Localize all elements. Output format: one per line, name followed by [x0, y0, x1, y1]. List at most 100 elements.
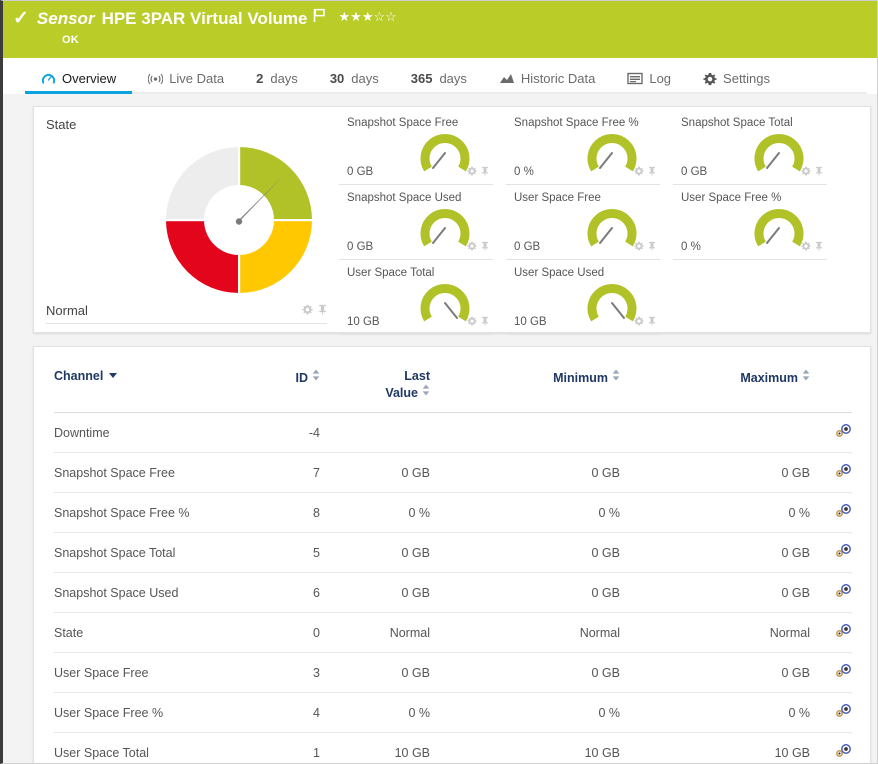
- gear-icon[interactable]: [801, 165, 811, 179]
- gauge-value: 10 GB: [347, 316, 380, 328]
- gauge-actions: [634, 240, 656, 254]
- tab-30-days[interactable]: 30 days: [314, 71, 395, 94]
- pin-icon[interactable]: [648, 240, 656, 254]
- gears-icon[interactable]: [835, 707, 852, 721]
- table-row[interactable]: Snapshot Space Free 7 0 GB 0 GB 0 GB: [54, 453, 852, 493]
- cell-channel: User Space Free %: [54, 693, 254, 733]
- cell-id: 7: [254, 453, 320, 493]
- pin-icon[interactable]: [481, 165, 489, 179]
- cell-actions: [810, 453, 852, 493]
- star-2[interactable]: ★: [350, 9, 362, 24]
- gauge-cell-snapshot-space-free-pct: Snapshot Space Free % 0 %: [506, 115, 660, 185]
- gauge-cell-snapshot-space-total: Snapshot Space Total 0 GB: [673, 115, 827, 185]
- column-header-label-line2: Value: [385, 386, 418, 400]
- cell-actions: [810, 693, 852, 733]
- tab-2-days[interactable]: 2 days: [240, 71, 314, 94]
- table-row[interactable]: State 0 Normal Normal Normal: [54, 613, 852, 653]
- gauge-cell-user-space-used: User Space Used 10 GB: [506, 265, 660, 335]
- gauge-value: 0 GB: [681, 166, 707, 178]
- table-row[interactable]: Snapshot Space Used 6 0 GB 0 GB 0 GB: [54, 573, 852, 613]
- column-header-channel[interactable]: Channel: [54, 347, 254, 413]
- table-row[interactable]: User Space Free % 4 0 % 0 % 0 %: [54, 693, 852, 733]
- tab-label: Log: [649, 71, 671, 86]
- pin-icon[interactable]: [815, 240, 823, 254]
- tab-settings[interactable]: Settings: [687, 71, 786, 94]
- cell-id: -4: [254, 413, 320, 453]
- gear-icon[interactable]: [467, 315, 477, 329]
- gears-icon[interactable]: [835, 667, 852, 681]
- column-header-last-value[interactable]: Last Value: [320, 347, 430, 413]
- tab-days-unit: days: [439, 71, 466, 86]
- live-data-icon: [148, 72, 163, 86]
- pin-icon[interactable]: [815, 165, 823, 179]
- gears-icon[interactable]: [835, 547, 852, 561]
- page-title: HPE 3PAR Virtual Volume: [102, 9, 308, 29]
- tab-days-unit: days: [351, 71, 378, 86]
- gears-icon[interactable]: [835, 507, 852, 521]
- pin-icon[interactable]: [481, 240, 489, 254]
- table-row[interactable]: User Space Total 1 10 GB 10 GB 10 GB: [54, 733, 852, 764]
- gear-icon[interactable]: [801, 240, 811, 254]
- table-row[interactable]: Snapshot Space Free % 8 0 % 0 % 0 %: [54, 493, 852, 533]
- tab-historic-data[interactable]: Historic Data: [483, 71, 611, 94]
- flag-icon[interactable]: [313, 8, 326, 26]
- gears-icon[interactable]: [835, 467, 852, 481]
- cell-id: 4: [254, 693, 320, 733]
- table-row[interactable]: User Space Free 3 0 GB 0 GB 0 GB: [54, 653, 852, 693]
- gears-icon[interactable]: [835, 587, 852, 601]
- table-row[interactable]: Downtime -4: [54, 413, 852, 453]
- tab-days-count: 30: [330, 71, 344, 86]
- column-header-id[interactable]: ID: [254, 347, 320, 413]
- state-panel-title: State: [46, 117, 327, 132]
- tab-live-data[interactable]: Live Data: [132, 71, 240, 94]
- star-3[interactable]: ★: [362, 9, 374, 24]
- gears-icon[interactable]: [835, 747, 852, 761]
- rating-stars[interactable]: ★★★☆☆: [339, 9, 397, 25]
- cell-actions: [810, 573, 852, 613]
- tab-days-count: 365: [411, 71, 433, 86]
- cell-actions: [810, 613, 852, 653]
- gauge-cell-user-space-free-pct: User Space Free % 0 %: [673, 190, 827, 260]
- table-row[interactable]: Snapshot Space Total 5 0 GB 0 GB 0 GB: [54, 533, 852, 573]
- pin-icon[interactable]: [648, 165, 656, 179]
- gear-icon[interactable]: [467, 165, 477, 179]
- star-4[interactable]: ☆: [373, 9, 385, 24]
- gear-icon[interactable]: [634, 315, 644, 329]
- pin-icon[interactable]: [648, 315, 656, 329]
- column-header-maximum[interactable]: Maximum: [620, 347, 810, 413]
- cell-last-value: [320, 413, 430, 453]
- gear-icon[interactable]: [467, 240, 477, 254]
- gauges-card: State: [33, 106, 871, 333]
- gear-icon[interactable]: [634, 165, 644, 179]
- column-header-minimum[interactable]: Minimum: [430, 347, 620, 413]
- tab-label: Live Data: [169, 71, 224, 86]
- pin-icon[interactable]: [318, 304, 327, 318]
- pin-icon[interactable]: [481, 315, 489, 329]
- tab-log[interactable]: Log: [611, 71, 687, 94]
- cell-maximum: 0 GB: [620, 573, 810, 613]
- gear-icon[interactable]: [634, 240, 644, 254]
- mini-gauge: [753, 127, 805, 178]
- gauge-cell-user-space-total: User Space Total 10 GB: [339, 265, 493, 335]
- gauge-actions: [801, 165, 823, 179]
- tab-overview[interactable]: Overview: [25, 71, 132, 94]
- status-badge: OK: [62, 34, 877, 46]
- state-panel-actions: [302, 304, 327, 318]
- tab-365-days[interactable]: 365 days: [395, 71, 483, 94]
- cell-id: 1: [254, 733, 320, 764]
- cell-id: 0: [254, 613, 320, 653]
- channels-table: Channel ID Last Value Minimum Maximum: [54, 347, 852, 764]
- cell-id: 5: [254, 533, 320, 573]
- gears-icon[interactable]: [835, 627, 852, 641]
- gear-icon[interactable]: [302, 304, 313, 318]
- star-1[interactable]: ★: [339, 9, 351, 24]
- cell-actions: [810, 653, 852, 693]
- cell-last-value: 0 GB: [320, 533, 430, 573]
- cell-maximum: 10 GB: [620, 733, 810, 764]
- cell-maximum: 0 GB: [620, 453, 810, 493]
- state-panel: State: [34, 107, 339, 332]
- star-5[interactable]: ☆: [385, 9, 397, 24]
- cell-last-value: 0 GB: [320, 453, 430, 493]
- gears-icon[interactable]: [835, 427, 852, 441]
- column-header-label: ID: [296, 371, 309, 385]
